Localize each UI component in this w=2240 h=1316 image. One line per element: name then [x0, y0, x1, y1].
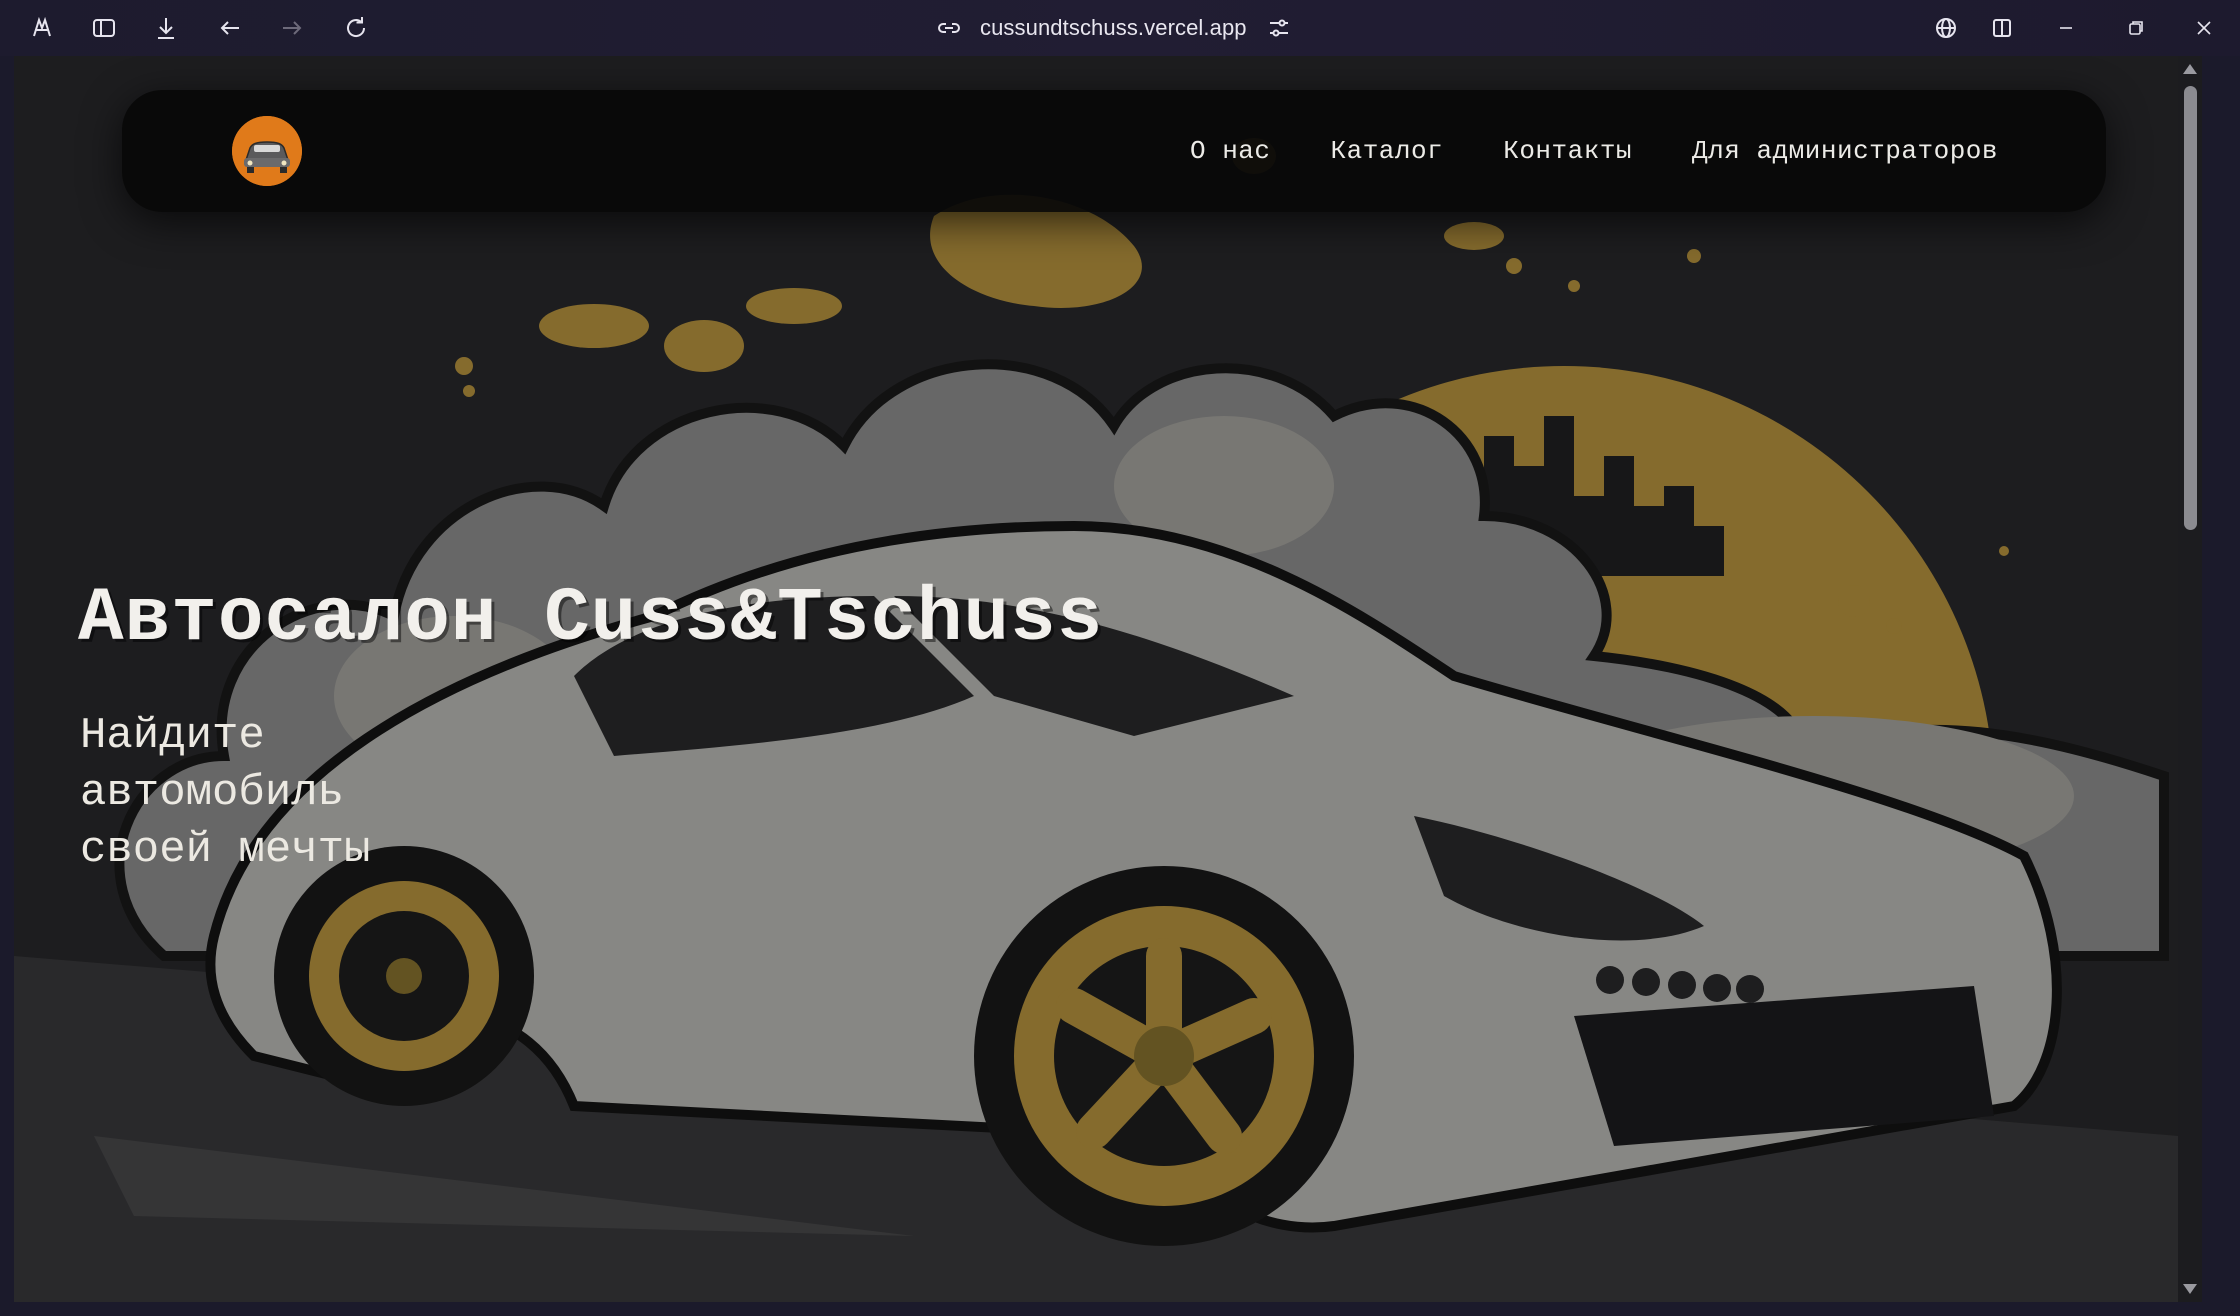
- nav-link-catalog[interactable]: Каталог: [1331, 136, 1444, 166]
- address-bar[interactable]: cussundtschuss.vercel.app: [920, 8, 1300, 48]
- site-navbar: О нас Каталог Контакты Для администратор…: [122, 90, 2106, 212]
- split-screen-icon[interactable]: [1982, 10, 2022, 46]
- forward-icon[interactable]: [272, 10, 312, 46]
- copilot-icon[interactable]: [22, 10, 62, 46]
- close-icon[interactable]: [2184, 10, 2224, 46]
- restore-icon[interactable]: [2116, 10, 2156, 46]
- scroll-down-icon[interactable]: [2183, 1284, 2197, 1294]
- download-icon[interactable]: [146, 10, 186, 46]
- scroll-up-icon[interactable]: [2183, 64, 2197, 74]
- nav-link-contacts[interactable]: Контакты: [1503, 136, 1632, 166]
- hero-car-illustration: [14, 56, 2178, 1302]
- link-icon[interactable]: [929, 10, 969, 46]
- translate-globe-icon[interactable]: [1926, 10, 1966, 46]
- page-viewport: О нас Каталог Контакты Для администратор…: [14, 56, 2202, 1302]
- page-scrollbar[interactable]: [2178, 56, 2202, 1302]
- scrollbar-thumb[interactable]: [2184, 86, 2197, 530]
- car-logo-icon[interactable]: [232, 116, 302, 186]
- nav-link-admin[interactable]: Для администраторов: [1692, 136, 1998, 166]
- nav-link-about[interactable]: О нас: [1190, 136, 1271, 166]
- browser-toolbar: cussundtschuss.vercel.app: [0, 0, 2240, 56]
- sidebar-toggle-icon[interactable]: [84, 10, 124, 46]
- nav-links: О нас Каталог Контакты Для администратор…: [1190, 90, 1998, 212]
- site-settings-icon[interactable]: [1259, 10, 1299, 46]
- url-text[interactable]: cussundtschuss.vercel.app: [980, 15, 1247, 41]
- hero-title: Автосалон Cuss&Tschuss: [78, 576, 1104, 662]
- back-icon[interactable]: [210, 10, 250, 46]
- hero-subtitle: Найдите автомобиль своей мечты: [80, 711, 371, 875]
- reload-icon[interactable]: [336, 10, 376, 46]
- minimize-icon[interactable]: [2046, 10, 2086, 46]
